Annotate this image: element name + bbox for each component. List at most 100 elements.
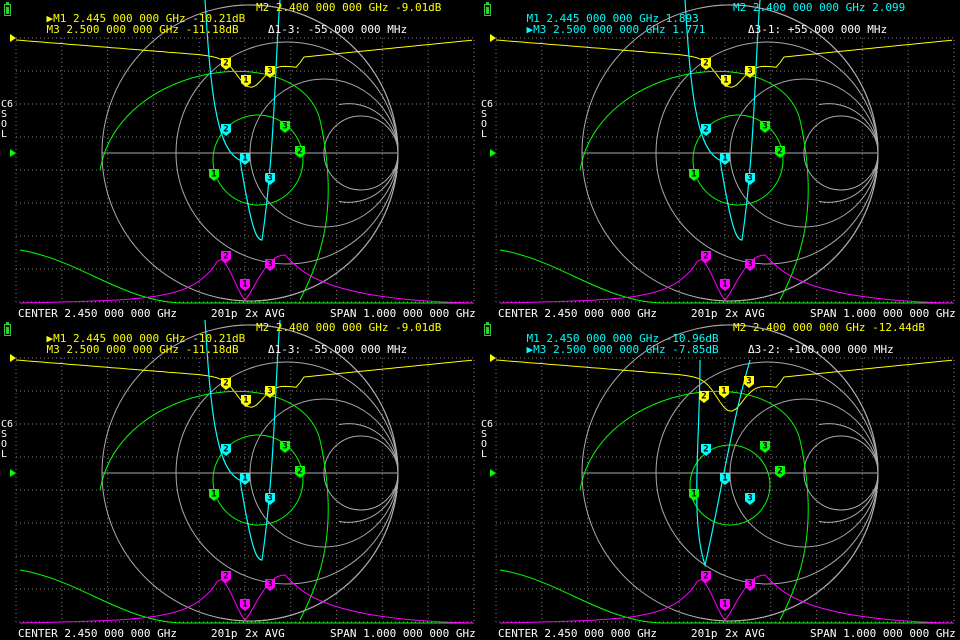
marker-badge-yellow: 1 bbox=[719, 386, 729, 398]
averaging[interactable]: 2x AVG bbox=[245, 628, 285, 639]
center-frequency[interactable]: CENTER 2.450 000 000 GHz bbox=[18, 308, 177, 319]
marker-badge-magenta: 2 bbox=[701, 251, 711, 263]
marker-badge-magenta: 3 bbox=[745, 579, 755, 591]
svg-text:3: 3 bbox=[267, 260, 272, 270]
svg-text:1: 1 bbox=[211, 170, 216, 180]
marker-badge-cyan: 3 bbox=[265, 493, 275, 505]
vna-panel-top-left[interactable]: 123123123123 ▶M1 2.445 000 000 GHz -10.2… bbox=[0, 0, 480, 320]
marker-badge-green: 3 bbox=[280, 441, 290, 453]
trace-green-base bbox=[19, 249, 474, 304]
svg-text:1: 1 bbox=[211, 490, 216, 500]
span-frequency[interactable]: SPAN 1.000 000 000 GHz bbox=[330, 628, 476, 639]
svg-text:2: 2 bbox=[703, 59, 708, 69]
marker-m2-label[interactable]: M2 2.400 000 000 GHz 2.099 bbox=[733, 2, 905, 13]
reference-arrow-icon bbox=[10, 149, 16, 157]
svg-text:3: 3 bbox=[746, 377, 751, 387]
reference-arrow-icon bbox=[490, 34, 496, 42]
reference-arrow-icon bbox=[10, 354, 16, 362]
trace-green-loop bbox=[689, 444, 771, 526]
svg-text:2: 2 bbox=[297, 467, 302, 477]
marker-badge-magenta: 2 bbox=[221, 571, 231, 583]
points-count[interactable]: 201p bbox=[211, 308, 238, 319]
plot-area[interactable]: 1 2 3 1 2 3 1 2 3 1 2 3 bbox=[0, 320, 480, 640]
reference-arrow-icon bbox=[10, 34, 16, 42]
vna-panel-bottom-left[interactable]: 123123123123 ▶M1 2.445 000 000 GHz -10.2… bbox=[0, 320, 480, 640]
svg-text:1: 1 bbox=[722, 474, 727, 484]
svg-text:3: 3 bbox=[747, 67, 752, 77]
side-label: C6 S O L bbox=[1, 99, 14, 140]
svg-text:3: 3 bbox=[747, 260, 752, 270]
trace-green-base bbox=[19, 569, 474, 624]
marker-badge-yellow: 2 bbox=[221, 378, 231, 390]
svg-text:2: 2 bbox=[223, 572, 228, 582]
svg-text:1: 1 bbox=[242, 280, 247, 290]
marker-line-2[interactable]: ▶M3 2.500 000 000 GHz 1.771 bbox=[500, 13, 706, 35]
marker-m2-label[interactable]: M2 2.400 000 000 GHz -9.01dB bbox=[256, 322, 441, 333]
trace-green-base bbox=[499, 249, 954, 304]
span-frequency[interactable]: SPAN 1.000 000 000 GHz bbox=[810, 308, 956, 319]
svg-text:1: 1 bbox=[721, 387, 726, 397]
svg-text:2: 2 bbox=[223, 379, 228, 389]
points-count[interactable]: 201p bbox=[211, 628, 238, 639]
svg-text:3: 3 bbox=[267, 580, 272, 590]
svg-text:3: 3 bbox=[747, 494, 752, 504]
marker-badge-yellow: 1 bbox=[721, 75, 731, 87]
vna-panel-top-right[interactable]: 123123123123 M1 2.445 000 000 GHz 1.893 … bbox=[480, 0, 960, 320]
averaging[interactable]: 2x AVG bbox=[245, 308, 285, 319]
center-frequency[interactable]: CENTER 2.450 000 000 GHz bbox=[498, 628, 657, 639]
vna-panel-bottom-right[interactable]: 123123123123 M1 2.450 000 000 GHz -10.96… bbox=[480, 320, 960, 640]
plot-area[interactable]: 1 2 3 1 2 3 1 2 3 1 2 3 bbox=[480, 0, 960, 320]
marker-badge-green: 3 bbox=[760, 121, 770, 133]
marker-badge-green: 3 bbox=[280, 121, 290, 133]
svg-text:3: 3 bbox=[267, 67, 272, 77]
svg-text:2: 2 bbox=[703, 125, 708, 135]
marker-badge-cyan: 1 bbox=[720, 473, 730, 485]
plot-area[interactable]: 1 2 3 1 2 3 1 2 3 1 2 3 bbox=[0, 0, 480, 320]
span-frequency[interactable]: SPAN 1.000 000 000 GHz bbox=[330, 308, 476, 319]
marker-line-2[interactable]: M3 2.500 000 000 GHz -11.18dB bbox=[20, 333, 239, 355]
marker-line-2[interactable]: ▶M3 2.500 000 000 GHz -7.85dB bbox=[500, 333, 719, 355]
points-count[interactable]: 201p bbox=[691, 308, 718, 319]
marker-badge-magenta: 2 bbox=[221, 251, 231, 263]
svg-text:2: 2 bbox=[703, 572, 708, 582]
center-frequency[interactable]: CENTER 2.450 000 000 GHz bbox=[18, 628, 177, 639]
svg-text:3: 3 bbox=[267, 174, 272, 184]
reference-arrow-icon bbox=[490, 469, 496, 477]
battery-icon bbox=[484, 2, 491, 16]
marker-badge-green: 2 bbox=[295, 466, 305, 478]
svg-text:2: 2 bbox=[777, 467, 782, 477]
marker-badge-magenta: 1 bbox=[720, 279, 730, 291]
delta-readout: Δ1-3: -55.000 000 MHz bbox=[268, 343, 408, 356]
marker-badge-green: 2 bbox=[775, 466, 785, 478]
svg-text:1: 1 bbox=[242, 600, 247, 610]
center-frequency[interactable]: CENTER 2.450 000 000 GHz bbox=[498, 308, 657, 319]
marker-m2-label[interactable]: M2 2.400 000 000 GHz -12.44dB bbox=[733, 322, 925, 333]
plot-area[interactable]: 1 2 3 1 2 3 1 2 3 1 2 3 bbox=[480, 320, 960, 640]
marker-badge-cyan: 1 bbox=[240, 473, 250, 485]
marker-badge-yellow: 2 bbox=[699, 391, 709, 403]
svg-text:1: 1 bbox=[691, 490, 696, 500]
svg-text:1: 1 bbox=[243, 76, 248, 86]
averaging[interactable]: 2x AVG bbox=[725, 628, 765, 639]
svg-text:2: 2 bbox=[703, 445, 708, 455]
svg-text:2: 2 bbox=[703, 252, 708, 262]
span-frequency[interactable]: SPAN 1.000 000 000 GHz bbox=[810, 628, 956, 639]
svg-text:3: 3 bbox=[762, 442, 767, 452]
marker-badge-cyan: 1 bbox=[240, 153, 250, 165]
marker-badge-yellow: 2 bbox=[221, 58, 231, 70]
marker-line-2[interactable]: M3 2.500 000 000 GHz -11.18dB bbox=[20, 13, 239, 35]
svg-text:2: 2 bbox=[701, 392, 706, 402]
svg-text:1: 1 bbox=[243, 396, 248, 406]
svg-text:3: 3 bbox=[762, 122, 767, 132]
averaging[interactable]: 2x AVG bbox=[725, 308, 765, 319]
points-count[interactable]: 201p bbox=[691, 628, 718, 639]
marker-badge-green: 1 bbox=[689, 489, 699, 501]
side-label: C6 S O L bbox=[481, 419, 494, 460]
marker-m2-label[interactable]: M2 2.400 000 000 GHz -9.01dB bbox=[256, 2, 441, 13]
svg-text:3: 3 bbox=[747, 580, 752, 590]
marker-badge-magenta: 1 bbox=[240, 599, 250, 611]
svg-text:1: 1 bbox=[722, 600, 727, 610]
marker-badge-cyan: 1 bbox=[720, 153, 730, 165]
marker-badge-magenta: 3 bbox=[265, 259, 275, 271]
marker-badge-cyan: 3 bbox=[265, 173, 275, 185]
